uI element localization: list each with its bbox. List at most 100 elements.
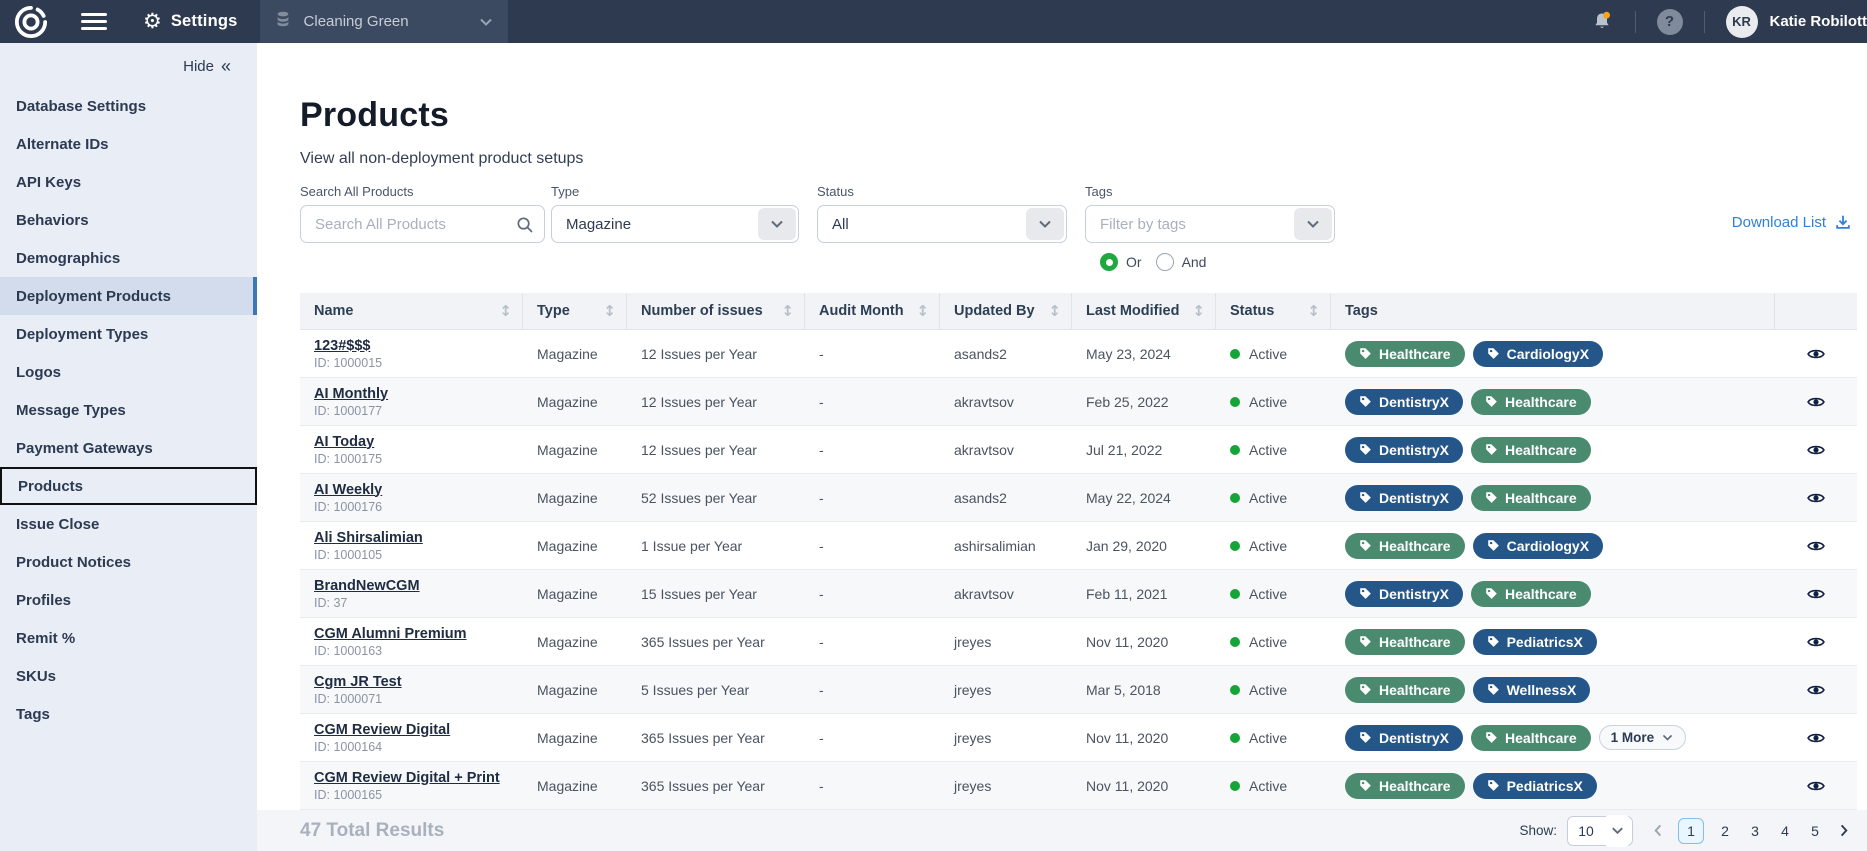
page-button-2[interactable]: 2 [1716,823,1734,839]
tag-pill-healthcare[interactable]: Healthcare [1345,677,1465,703]
tag-pill-dentistryx[interactable]: DentistryX [1345,485,1463,511]
chevron-down-icon[interactable] [1026,208,1064,240]
tag-pill-healthcare[interactable]: Healthcare [1471,485,1591,511]
tag-pill-healthcare[interactable]: Healthcare [1345,533,1465,559]
tag-pill-healthcare[interactable]: Healthcare [1345,341,1465,367]
sort-icon[interactable]: ↕ [916,302,929,320]
sidebar-item-database-settings[interactable]: Database Settings [0,87,257,125]
tag-pill-healthcare[interactable]: Healthcare [1345,773,1465,799]
settings-nav[interactable]: ⚙ Settings [143,11,238,32]
chevron-down-icon[interactable] [1294,208,1332,240]
tag-pill-cardiologyx[interactable]: CardiologyX [1473,341,1603,367]
sidebar-item-skus[interactable]: SKUs [0,657,257,695]
column-header-label: Updated By [954,303,1035,319]
page-button-3[interactable]: 3 [1746,823,1764,839]
page-size-select[interactable]: 10 [1567,816,1633,846]
product-name-link[interactable]: AI Monthly [314,386,388,402]
sidebar-item-remit-[interactable]: Remit % [0,619,257,657]
type-filter-label: Type [551,184,579,199]
radio-or[interactable]: Or [1100,253,1142,271]
last-modified-cell: Feb 11, 2021 [1072,570,1216,617]
sidebar-item-deployment-types[interactable]: Deployment Types [0,315,257,353]
type-select[interactable]: Magazine [551,205,799,243]
product-name-link[interactable]: BrandNewCGM [314,578,420,594]
sidebar-item-profiles[interactable]: Profiles [0,581,257,619]
avatar[interactable]: KR [1726,6,1758,38]
product-name-link[interactable]: Cgm JR Test [314,674,402,690]
sort-icon[interactable]: ↕ [603,302,616,320]
database-selector[interactable]: Cleaning Green [260,0,508,43]
view-product-button[interactable] [1806,392,1826,412]
app-logo-icon[interactable] [13,4,49,40]
view-product-button[interactable] [1806,680,1826,700]
tag-pill-healthcare[interactable]: Healthcare [1471,725,1591,751]
help-icon[interactable]: ? [1657,9,1683,35]
sidebar-item-alternate-ids[interactable]: Alternate IDs [0,125,257,163]
chevron-down-icon[interactable] [758,208,796,240]
more-tags-button[interactable]: 1 More [1599,725,1687,750]
sort-icon[interactable]: ↕ [499,302,512,320]
tag-icon [1359,491,1372,504]
product-name-link[interactable]: AI Today [314,434,374,450]
next-page-button[interactable] [1836,823,1851,838]
tag-pill-dentistryx[interactable]: DentistryX [1345,725,1463,751]
page-button-4[interactable]: 4 [1776,823,1794,839]
page-button-1[interactable]: 1 [1678,818,1704,844]
tag-pill-healthcare[interactable]: Healthcare [1345,629,1465,655]
sidebar-item-payment-gateways[interactable]: Payment Gateways [0,429,257,467]
hamburger-menu-icon[interactable] [81,9,107,34]
sidebar-item-product-notices[interactable]: Product Notices [0,543,257,581]
download-list-link[interactable]: Download List [1732,213,1852,231]
tag-pill-pediatricsx[interactable]: PediatricsX [1473,629,1597,655]
product-name-link[interactable]: CGM Review Digital + Print [314,770,500,786]
view-product-button[interactable] [1806,776,1826,796]
product-name-link[interactable]: 123#$$$ [314,338,370,354]
tag-pill-pediatricsx[interactable]: PediatricsX [1473,773,1597,799]
status-select[interactable]: All [817,205,1067,243]
updated-by-cell: asands2 [940,330,1072,377]
tags-filter-input[interactable] [1086,216,1294,233]
sidebar-item-products[interactable]: Products [0,467,257,505]
sidebar-item-issue-close[interactable]: Issue Close [0,505,257,543]
search-icon[interactable] [504,207,544,241]
sidebar-item-tags[interactable]: Tags [0,695,257,733]
tag-pill-healthcare[interactable]: Healthcare [1471,437,1591,463]
search-input[interactable] [301,216,504,233]
product-name-link[interactable]: AI Weekly [314,482,382,498]
view-product-button[interactable] [1806,728,1826,748]
product-name-link[interactable]: CGM Alumni Premium [314,626,467,642]
view-product-button[interactable] [1806,488,1826,508]
tag-pill-healthcare[interactable]: Healthcare [1471,389,1591,415]
view-product-button[interactable] [1806,584,1826,604]
previous-page-button[interactable] [1651,823,1666,838]
radio-and[interactable]: And [1156,253,1207,271]
page-button-5[interactable]: 5 [1806,823,1824,839]
sort-icon[interactable]: ↕ [1048,302,1061,320]
tag-pill-dentistryx[interactable]: DentistryX [1345,437,1463,463]
notifications-bell-icon[interactable] [1590,10,1614,34]
view-product-button[interactable] [1806,344,1826,364]
tag-pill-dentistryx[interactable]: DentistryX [1345,389,1463,415]
type-cell: Magazine [523,378,627,425]
sidebar-item-behaviors[interactable]: Behaviors [0,201,257,239]
sidebar-item-demographics[interactable]: Demographics [0,239,257,277]
product-name-link[interactable]: CGM Review Digital [314,722,450,738]
sidebar-item-logos[interactable]: Logos [0,353,257,391]
sidebar-item-api-keys[interactable]: API Keys [0,163,257,201]
view-product-button[interactable] [1806,632,1826,652]
sidebar-hide-button[interactable]: Hide « [0,43,257,87]
view-product-button[interactable] [1806,536,1826,556]
sort-icon[interactable]: ↕ [781,302,794,320]
tags-filter-label: Tags [1085,184,1112,199]
sidebar-item-deployment-products[interactable]: Deployment Products [0,277,257,315]
tag-pill-dentistryx[interactable]: DentistryX [1345,581,1463,607]
sort-icon[interactable]: ↕ [1307,302,1320,320]
tag-pill-healthcare[interactable]: Healthcare [1471,581,1591,607]
product-name-link[interactable]: Ali Shirsalimian [314,530,423,546]
view-eye-icon [1806,584,1826,604]
sort-icon[interactable]: ↕ [1192,302,1205,320]
tag-pill-wellnessx[interactable]: WellnessX [1473,677,1591,703]
tag-pill-cardiologyx[interactable]: CardiologyX [1473,533,1603,559]
view-product-button[interactable] [1806,440,1826,460]
sidebar-item-message-types[interactable]: Message Types [0,391,257,429]
